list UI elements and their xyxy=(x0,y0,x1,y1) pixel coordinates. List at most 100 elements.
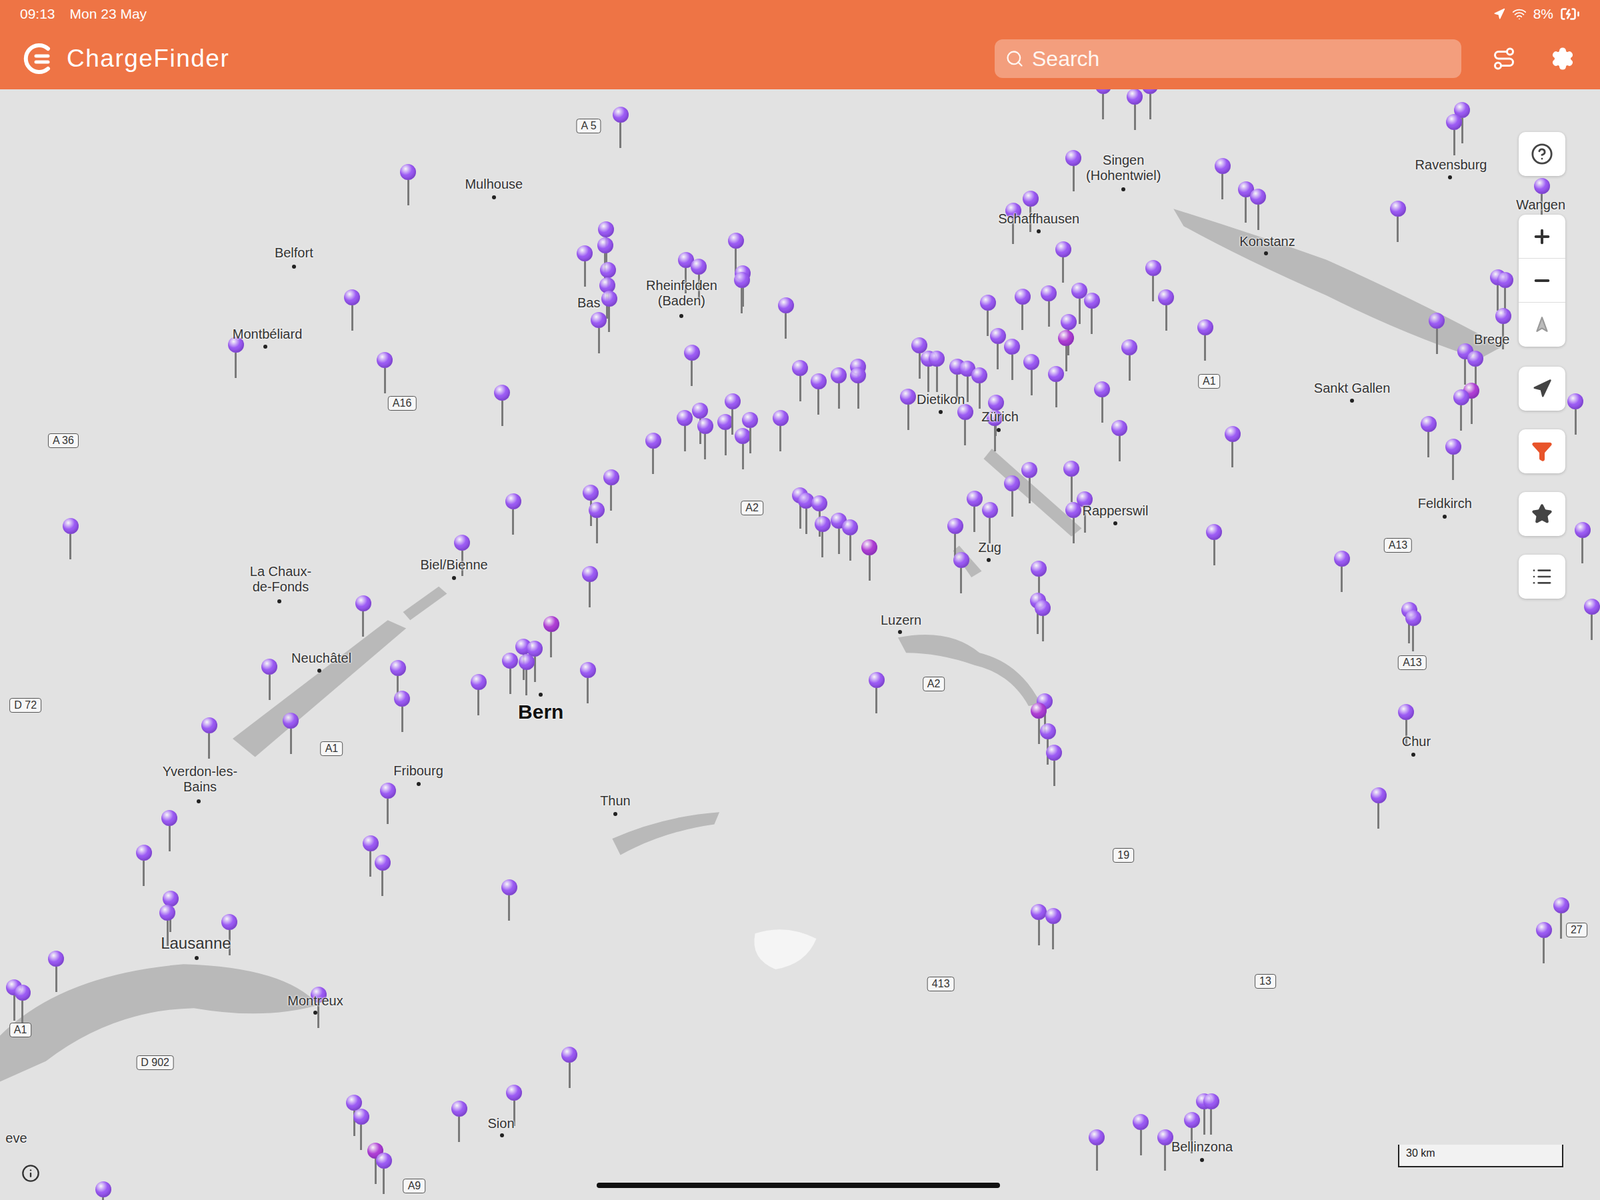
charger-pin[interactable] xyxy=(580,662,596,704)
map[interactable]: MulhouseBelfortMontbéliardRheinfelden (B… xyxy=(0,89,1600,1200)
charger-pin[interactable] xyxy=(518,654,535,696)
charger-pin[interactable] xyxy=(261,658,278,700)
charger-pin[interactable] xyxy=(612,106,629,148)
charger-pin[interactable] xyxy=(1034,600,1051,642)
charger-pin[interactable] xyxy=(505,493,522,535)
charger-pin[interactable] xyxy=(842,519,858,561)
charger-pin[interactable] xyxy=(1004,475,1020,517)
charger-pin[interactable] xyxy=(353,1108,370,1150)
charger-pin[interactable] xyxy=(1370,787,1387,829)
charger-pin[interactable] xyxy=(95,1181,112,1200)
charger-pin[interactable] xyxy=(1445,438,1462,480)
route-button[interactable] xyxy=(1488,42,1520,75)
charger-pin[interactable] xyxy=(1390,200,1406,242)
charger-pin[interactable] xyxy=(1040,285,1057,327)
charger-pin[interactable] xyxy=(814,516,831,558)
charger-pin[interactable] xyxy=(494,384,510,426)
charger-pin[interactable] xyxy=(48,950,64,992)
charger-pin[interactable] xyxy=(582,566,598,608)
charger-pin[interactable] xyxy=(1142,89,1158,120)
charger-pin[interactable] xyxy=(1420,416,1437,458)
charger-pin[interactable] xyxy=(1055,241,1072,283)
compass-button[interactable] xyxy=(1518,302,1566,347)
charger-pin[interactable] xyxy=(380,782,396,824)
charger-pin[interactable] xyxy=(376,1152,392,1194)
charger-pin[interactable] xyxy=(1334,550,1350,592)
charger-pin[interactable] xyxy=(1111,420,1128,462)
charger-pin[interactable] xyxy=(400,164,416,206)
charger-pin[interactable] xyxy=(1088,1129,1105,1171)
charger-pin[interactable] xyxy=(861,539,878,581)
charger-pin[interactable] xyxy=(1567,393,1584,435)
search-field[interactable]: Search xyxy=(994,39,1462,78)
charger-pin[interactable] xyxy=(645,432,662,474)
charger-pin[interactable] xyxy=(1126,89,1143,130)
charger-pin[interactable] xyxy=(1536,922,1552,964)
charger-pin[interactable] xyxy=(1030,904,1047,946)
charger-pin[interactable] xyxy=(1094,381,1110,423)
charger-pin[interactable] xyxy=(1405,610,1422,652)
charger-pin[interactable] xyxy=(1046,744,1062,786)
filter-button[interactable] xyxy=(1518,429,1566,474)
charger-pin[interactable] xyxy=(543,616,560,658)
charger-pin[interactable] xyxy=(590,312,607,354)
charger-pin[interactable] xyxy=(282,712,299,754)
charger-pin[interactable] xyxy=(971,367,988,409)
info-button[interactable] xyxy=(21,1164,40,1183)
charger-pin[interactable] xyxy=(1065,502,1082,544)
charger-pin[interactable] xyxy=(953,552,970,594)
charger-pin[interactable] xyxy=(850,367,866,409)
charger-pin[interactable] xyxy=(362,835,379,877)
locate-button[interactable] xyxy=(1518,366,1566,411)
charger-pin[interactable] xyxy=(1157,1129,1174,1171)
charger-pin[interactable] xyxy=(792,360,808,402)
help-button[interactable] xyxy=(1518,132,1566,176)
charger-pin[interactable] xyxy=(1574,522,1591,564)
charger-pin[interactable] xyxy=(588,502,605,544)
list-button[interactable] xyxy=(1518,554,1566,599)
charger-pin[interactable] xyxy=(1048,366,1064,408)
charger-pin[interactable] xyxy=(734,272,750,314)
charger-pin[interactable] xyxy=(990,328,1006,370)
zoom-in-button[interactable] xyxy=(1518,214,1566,259)
charger-pin[interactable] xyxy=(14,984,31,1026)
charger-pin[interactable] xyxy=(161,810,178,852)
charger-pin[interactable] xyxy=(1095,89,1112,120)
charger-pin[interactable] xyxy=(228,336,244,378)
charger-pin[interactable] xyxy=(684,344,700,386)
charger-pin[interactable] xyxy=(772,410,789,452)
charger-pin[interactable] xyxy=(1021,462,1038,504)
charger-pin[interactable] xyxy=(1584,598,1600,640)
charger-pin[interactable] xyxy=(1084,292,1100,334)
charger-pin[interactable] xyxy=(1197,319,1214,361)
favorites-button[interactable] xyxy=(1518,492,1566,536)
charger-pin[interactable] xyxy=(502,652,518,694)
charger-pin[interactable] xyxy=(1132,1114,1149,1156)
charger-pin[interactable] xyxy=(1045,908,1062,950)
charger-pin[interactable] xyxy=(470,674,487,716)
charger-pin[interactable] xyxy=(1058,330,1074,372)
charger-pin[interactable] xyxy=(62,518,79,560)
charger-pin[interactable] xyxy=(830,512,847,554)
charger-pin[interactable] xyxy=(868,672,885,714)
charger-pin[interactable] xyxy=(201,717,218,759)
charger-pin[interactable] xyxy=(1206,524,1222,566)
charger-pin[interactable] xyxy=(982,502,998,544)
charger-pin[interactable] xyxy=(374,854,391,896)
charger-pin[interactable] xyxy=(742,412,758,454)
charger-pin[interactable] xyxy=(1453,389,1470,431)
charger-pin[interactable] xyxy=(1121,339,1138,381)
charger-pin[interactable] xyxy=(778,297,794,339)
charger-pin[interactable] xyxy=(810,373,827,415)
charger-pin[interactable] xyxy=(561,1046,578,1088)
charger-pin[interactable] xyxy=(355,595,372,637)
charger-pin[interactable] xyxy=(1023,354,1040,396)
charger-pin[interactable] xyxy=(697,418,714,460)
charger-pin[interactable] xyxy=(928,350,945,392)
charger-pin[interactable] xyxy=(344,289,360,331)
charger-pin[interactable] xyxy=(1497,272,1514,314)
charger-pin[interactable] xyxy=(676,410,693,452)
charger-pin[interactable] xyxy=(603,469,620,511)
charger-pin[interactable] xyxy=(1004,338,1020,380)
charger-pin[interactable] xyxy=(1446,114,1462,156)
